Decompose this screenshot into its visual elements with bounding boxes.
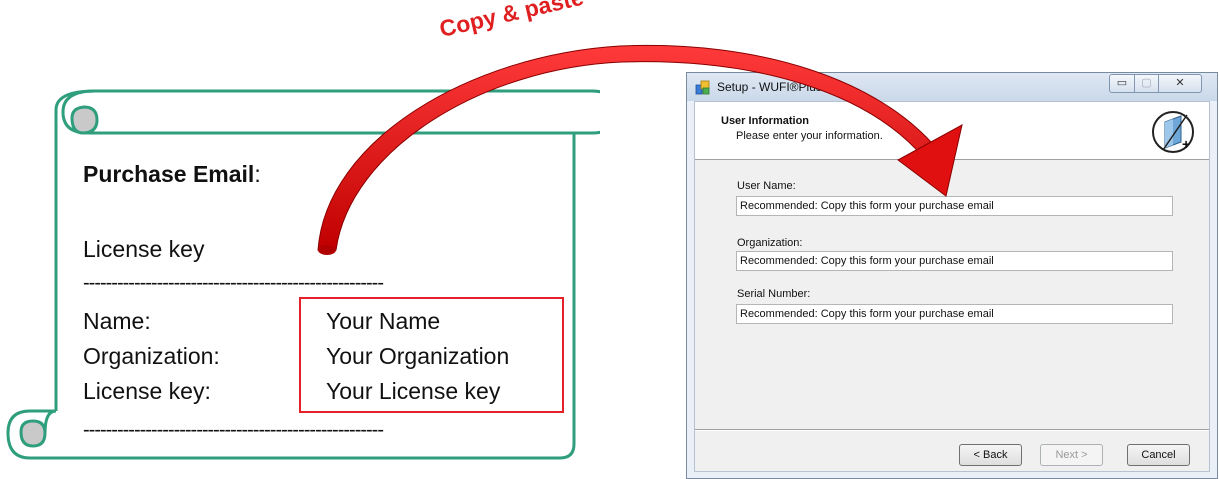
wizard-page: User Information Please enter your infor… xyxy=(694,101,1210,472)
close-icon: ✕ xyxy=(1175,77,1185,89)
back-button[interactable]: < Back xyxy=(959,444,1022,466)
wizard-header: User Information Please enter your infor… xyxy=(695,102,1209,160)
setup-app-icon xyxy=(695,80,710,95)
organization-input[interactable]: Recommended: Copy this form your purchas… xyxy=(736,251,1173,271)
purchase-email-heading: Purchase Email: xyxy=(83,163,261,186)
user-name-label: User Name: xyxy=(737,180,796,192)
window-title: Setup - WUFI®Plus xyxy=(717,80,822,94)
svg-text:+: + xyxy=(1182,136,1190,152)
close-button[interactable]: ✕ xyxy=(1158,74,1202,93)
maximize-button: ▢ xyxy=(1134,74,1159,93)
row-label-name: Name: xyxy=(83,308,151,334)
user-name-input[interactable]: Recommended: Copy this form your purchas… xyxy=(736,196,1173,216)
purchase-email-label: Purchase Email xyxy=(83,161,255,187)
setup-window: Setup - WUFI®Plus ▭ ▢ ✕ User Information… xyxy=(686,72,1218,479)
maximize-icon: ▢ xyxy=(1141,77,1152,89)
title-bar[interactable]: Setup - WUFI®Plus ▭ ▢ ✕ xyxy=(687,73,1217,101)
minimize-button[interactable]: ▭ xyxy=(1109,74,1135,93)
row-value-name: Your Name xyxy=(326,308,441,334)
purchase-email-colon: : xyxy=(254,161,261,187)
row-value-license-key: Your License key xyxy=(326,378,501,404)
row-label-license-key: License key: xyxy=(83,378,211,404)
serial-number-label: Serial Number: xyxy=(737,288,811,300)
next-button: Next > xyxy=(1040,444,1103,466)
dash-separator-top: ----------------------------------------… xyxy=(83,273,384,293)
minimize-icon: ▭ xyxy=(1116,77,1128,89)
footer-divider xyxy=(695,429,1209,431)
page-subtitle: Please enter your information. xyxy=(736,130,883,142)
dash-separator-bottom: ----------------------------------------… xyxy=(83,420,384,440)
organization-label: Organization: xyxy=(737,237,803,249)
cancel-button[interactable]: Cancel xyxy=(1127,444,1190,466)
row-value-organization: Your Organization xyxy=(326,343,510,369)
license-key-heading: License key xyxy=(83,236,205,262)
serial-number-input[interactable]: Recommended: Copy this form your purchas… xyxy=(736,304,1173,324)
row-label-organization: Organization: xyxy=(83,343,220,369)
wufi-logo-icon: + xyxy=(1152,111,1194,153)
page-title: User Information xyxy=(721,115,810,127)
